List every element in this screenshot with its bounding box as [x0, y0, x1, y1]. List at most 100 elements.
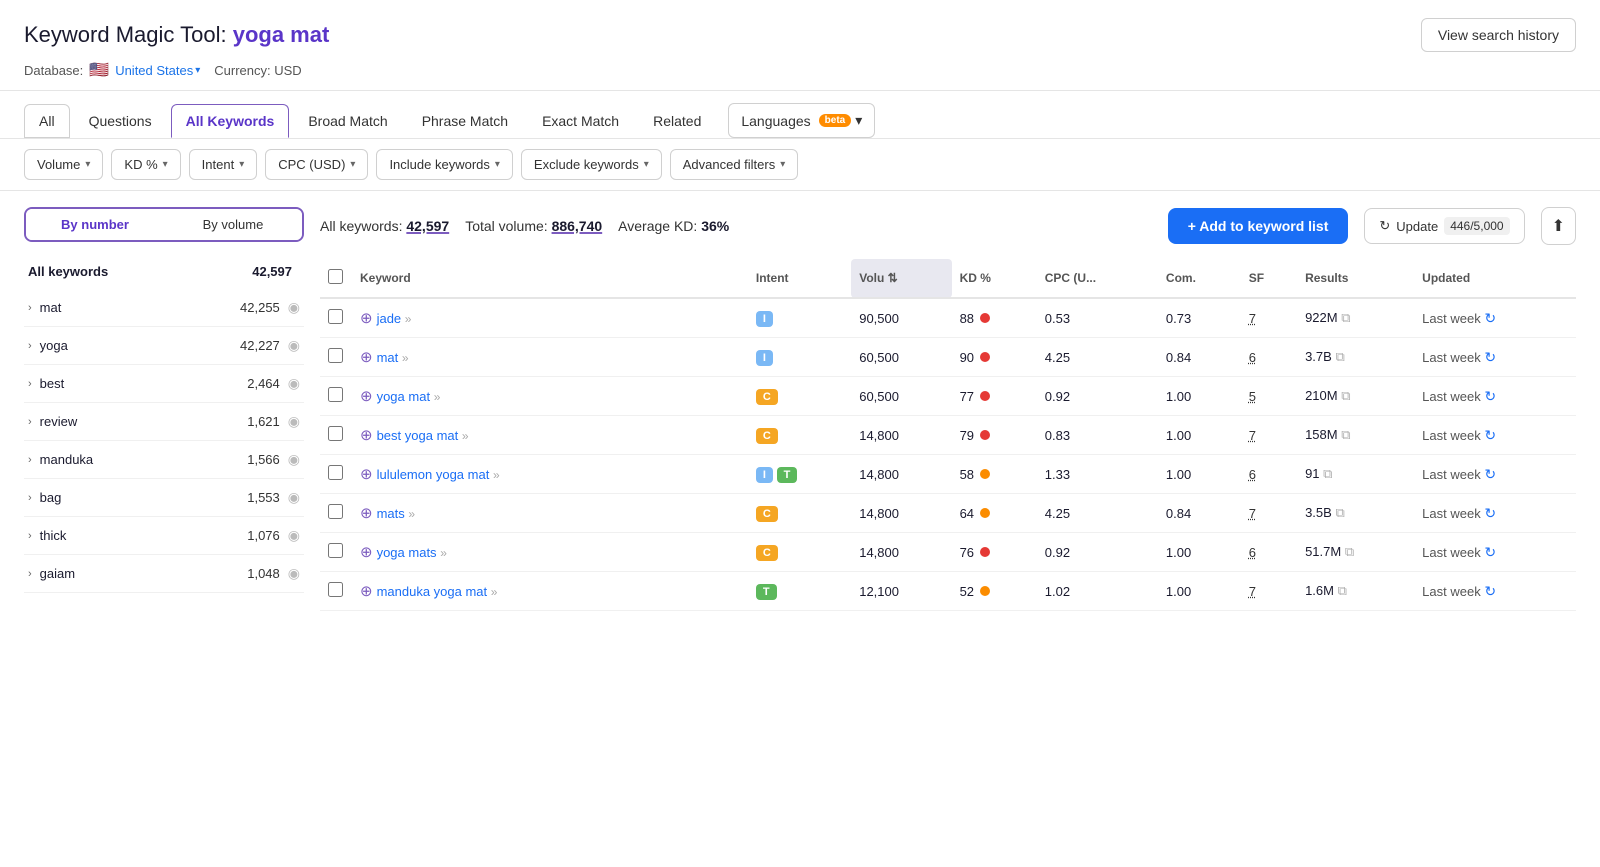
eye-icon[interactable]: ◉ — [288, 527, 300, 544]
sidebar-item-label[interactable]: yoga — [40, 338, 240, 353]
tab-broad-match[interactable]: Broad Match — [293, 104, 402, 138]
refresh-icon[interactable]: ↻ — [1484, 310, 1496, 326]
sidebar-item-label[interactable]: best — [40, 376, 248, 391]
sidebar-item-label[interactable]: review — [40, 414, 248, 429]
add-keyword-icon[interactable]: ⊕ — [360, 349, 373, 366]
results-external-icon[interactable]: ⧉ — [1341, 388, 1350, 403]
intent-filter[interactable]: Intent ▾ — [189, 149, 258, 180]
row-checkbox[interactable] — [328, 387, 343, 402]
results-external-icon[interactable]: ⧉ — [1341, 310, 1350, 325]
results-external-icon[interactable]: ⧉ — [1338, 583, 1347, 598]
chevron-right-icon[interactable]: › — [28, 378, 32, 390]
add-keyword-icon[interactable]: ⊕ — [360, 583, 373, 600]
tab-all-keywords[interactable]: All Keywords — [171, 104, 290, 138]
keyword-link[interactable]: mats — [377, 506, 405, 521]
chevron-right-icon[interactable]: › — [28, 416, 32, 428]
add-keyword-icon[interactable]: ⊕ — [360, 388, 373, 405]
chevron-right-icon[interactable]: › — [28, 530, 32, 542]
sf-value[interactable]: 6 — [1249, 545, 1256, 560]
eye-icon[interactable]: ◉ — [288, 489, 300, 506]
sidebar-tab-by-number[interactable]: By number — [26, 209, 164, 240]
select-all-checkbox[interactable] — [328, 269, 343, 284]
refresh-icon[interactable]: ↻ — [1484, 388, 1496, 404]
advanced-filters[interactable]: Advanced filters ▾ — [670, 149, 799, 180]
tab-exact-match[interactable]: Exact Match — [527, 104, 634, 138]
row-checkbox[interactable] — [328, 465, 343, 480]
keyword-link[interactable]: mat — [377, 350, 399, 365]
sidebar-item-label[interactable]: bag — [40, 490, 248, 505]
sidebar-item-label[interactable]: thick — [40, 528, 248, 543]
add-to-keyword-list-button[interactable]: + Add to keyword list — [1168, 208, 1349, 244]
select-all-header[interactable] — [320, 259, 352, 298]
row-checkbox[interactable] — [328, 582, 343, 597]
update-button[interactable]: ↻ Update 446/5,000 — [1364, 208, 1524, 244]
refresh-icon[interactable]: ↻ — [1484, 583, 1496, 599]
keyword-link[interactable]: yoga mat — [377, 389, 430, 404]
chevron-right-icon[interactable]: › — [28, 492, 32, 504]
sf-value[interactable]: 7 — [1249, 584, 1256, 599]
tab-phrase-match[interactable]: Phrase Match — [407, 104, 523, 138]
row-checkbox[interactable] — [328, 504, 343, 519]
cpc-filter[interactable]: CPC (USD) ▾ — [265, 149, 368, 180]
include-keywords-filter[interactable]: Include keywords ▾ — [376, 149, 512, 180]
refresh-icon[interactable]: ↻ — [1484, 427, 1496, 443]
refresh-icon[interactable]: ↻ — [1484, 466, 1496, 482]
keyword-expand-icon[interactable]: » — [434, 390, 441, 404]
keyword-expand-icon[interactable]: » — [462, 429, 469, 443]
eye-icon[interactable]: ◉ — [288, 337, 300, 354]
refresh-icon[interactable]: ↻ — [1484, 505, 1496, 521]
results-external-icon[interactable]: ⧉ — [1335, 505, 1344, 520]
keyword-expand-icon[interactable]: » — [440, 546, 447, 560]
row-checkbox[interactable] — [328, 309, 343, 324]
keyword-link[interactable]: manduka yoga mat — [377, 584, 488, 599]
eye-icon[interactable]: ◉ — [288, 565, 300, 582]
export-button[interactable]: ⬆ — [1541, 207, 1576, 245]
add-keyword-icon[interactable]: ⊕ — [360, 310, 373, 327]
sf-value[interactable]: 7 — [1249, 506, 1256, 521]
sf-value[interactable]: 6 — [1249, 467, 1256, 482]
keyword-link[interactable]: yoga mats — [377, 545, 437, 560]
sidebar-tab-by-volume[interactable]: By volume — [164, 209, 302, 240]
sf-value[interactable]: 5 — [1249, 389, 1256, 404]
refresh-icon[interactable]: ↻ — [1484, 349, 1496, 365]
sf-value[interactable]: 6 — [1249, 350, 1256, 365]
row-checkbox[interactable] — [328, 543, 343, 558]
row-checkbox[interactable] — [328, 426, 343, 441]
row-checkbox[interactable] — [328, 348, 343, 363]
chevron-right-icon[interactable]: › — [28, 568, 32, 580]
sf-value[interactable]: 7 — [1249, 311, 1256, 326]
volume-filter[interactable]: Volume ▾ — [24, 149, 103, 180]
tab-all[interactable]: All — [24, 104, 70, 138]
results-external-icon[interactable]: ⧉ — [1341, 427, 1350, 442]
add-keyword-icon[interactable]: ⊕ — [360, 505, 373, 522]
keyword-expand-icon[interactable]: » — [402, 351, 409, 365]
volume-column-header[interactable]: Volu ⇅ — [851, 259, 951, 298]
keyword-link[interactable]: best yoga mat — [377, 428, 459, 443]
refresh-icon[interactable]: ↻ — [1484, 544, 1496, 560]
view-history-button[interactable]: View search history — [1421, 18, 1576, 52]
eye-icon[interactable]: ◉ — [288, 299, 300, 316]
eye-icon[interactable]: ◉ — [288, 413, 300, 430]
results-external-icon[interactable]: ⧉ — [1335, 349, 1344, 364]
results-external-icon[interactable]: ⧉ — [1345, 544, 1354, 559]
add-keyword-icon[interactable]: ⊕ — [360, 427, 373, 444]
chevron-right-icon[interactable]: › — [28, 302, 32, 314]
db-country-selector[interactable]: United States ▾ — [115, 63, 200, 78]
sf-value[interactable]: 7 — [1249, 428, 1256, 443]
add-keyword-icon[interactable]: ⊕ — [360, 544, 373, 561]
keyword-expand-icon[interactable]: » — [491, 585, 498, 599]
languages-tab[interactable]: Languages beta ▾ — [728, 103, 875, 138]
chevron-right-icon[interactable]: › — [28, 454, 32, 466]
sidebar-item-label[interactable]: manduka — [40, 452, 248, 467]
exclude-keywords-filter[interactable]: Exclude keywords ▾ — [521, 149, 662, 180]
eye-icon[interactable]: ◉ — [288, 375, 300, 392]
keyword-expand-icon[interactable]: » — [408, 507, 415, 521]
keyword-link[interactable]: jade — [377, 311, 402, 326]
sidebar-item-label[interactable]: mat — [40, 300, 240, 315]
tab-questions[interactable]: Questions — [74, 104, 167, 138]
keyword-expand-icon[interactable]: » — [493, 468, 500, 482]
eye-icon[interactable]: ◉ — [288, 451, 300, 468]
results-external-icon[interactable]: ⧉ — [1323, 466, 1332, 481]
keyword-expand-icon[interactable]: » — [405, 312, 412, 326]
add-keyword-icon[interactable]: ⊕ — [360, 466, 373, 483]
